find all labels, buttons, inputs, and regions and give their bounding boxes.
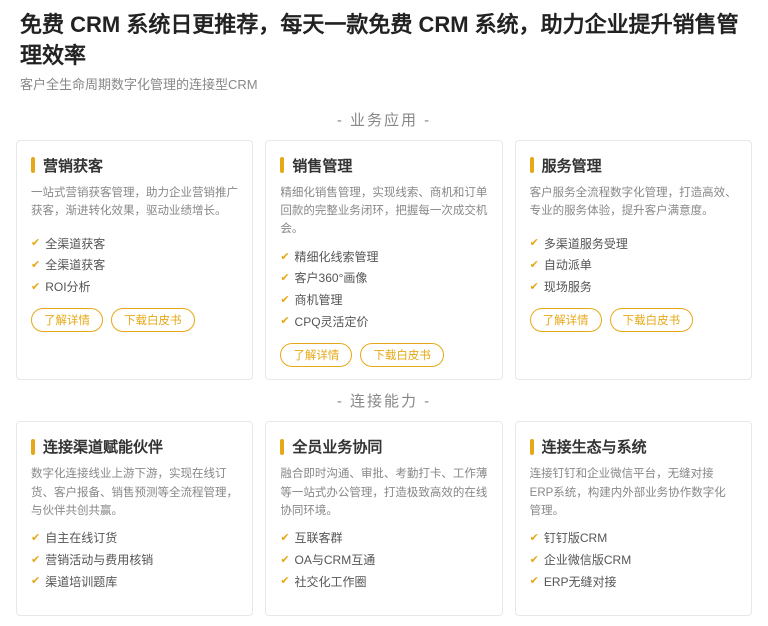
card-marketing-list: 全渠道获客 全渠道获客 ROI分析 xyxy=(31,234,238,299)
list-item: CPQ灵活定价 xyxy=(280,312,487,334)
card-sales: 销售管理 精细化销售管理，实现线索、商机和订单回款的完整业务闭环，把握每一次成交… xyxy=(265,140,502,381)
btn-whitepaper-sales[interactable]: 下载白皮书 xyxy=(360,343,444,367)
list-item: 多渠道服务受理 xyxy=(530,234,737,256)
card-service: 服务管理 客户服务全流程数字化管理，打造高效、专业的服务体验，提升客户满意度。 … xyxy=(515,140,752,381)
list-item: 互联客群 xyxy=(280,528,487,550)
list-item: 钉钉版CRM xyxy=(530,528,737,550)
card-marketing-desc: 一站式营销获客管理，助力企业营销推广获客，渐进转化效果，驱动业绩增长。 xyxy=(31,184,238,226)
list-item: 商机管理 xyxy=(280,290,487,312)
list-item: 企业微信版CRM xyxy=(530,550,737,572)
card-marketing-title: 营销获客 xyxy=(31,155,238,176)
card-channel: 连接渠道赋能伙伴 数字化连接线业上游下游，实现在线订货、客户报备、销售预测等全流… xyxy=(16,421,253,616)
list-item: 自动派单 xyxy=(530,255,737,277)
card-collaboration: 全员业务协同 融合即时沟通、审批、考勤打卡、工作薄等一站式办公管理，打造极致高效… xyxy=(265,421,502,616)
btn-detail-sales[interactable]: 了解详情 xyxy=(280,343,352,367)
card-service-actions: 了解详情 下载白皮书 xyxy=(530,308,737,332)
list-item: 全渠道获客 xyxy=(31,234,238,256)
card-sales-actions: 了解详情 下载白皮书 xyxy=(280,343,487,367)
sub-title: 客户全生命周期数字化管理的连接型CRM xyxy=(20,74,748,93)
card-collaboration-desc: 融合即时沟通、审批、考勤打卡、工作薄等一站式办公管理，打造极致高效的在线协同环境… xyxy=(280,465,487,520)
list-item: ROI分析 xyxy=(31,277,238,299)
business-cards-grid: 营销获客 一站式营销获客管理，助力企业营销推广获客，渐进转化效果，驱动业绩增长。… xyxy=(0,140,768,381)
btn-detail-service[interactable]: 了解详情 xyxy=(530,308,602,332)
card-collaboration-title: 全员业务协同 xyxy=(280,436,487,457)
card-service-title: 服务管理 xyxy=(530,155,737,176)
list-item: 客户360°画像 xyxy=(280,268,487,290)
card-sales-desc: 精细化销售管理，实现线索、商机和订单回款的完整业务闭环，把握每一次成交机会。 xyxy=(280,184,487,239)
card-ecosystem: 连接生态与系统 连接钉钉和企业微信平台，无缝对接ERP系统，构建内外部业务协作数… xyxy=(515,421,752,616)
card-sales-title: 销售管理 xyxy=(280,155,487,176)
card-service-desc: 客户服务全流程数字化管理，打造高效、专业的服务体验，提升客户满意度。 xyxy=(530,184,737,226)
list-item: ERP无缝对接 xyxy=(530,572,737,594)
btn-whitepaper-marketing[interactable]: 下载白皮书 xyxy=(111,308,195,332)
card-channel-desc: 数字化连接线业上游下游，实现在线订货、客户报备、销售预测等全流程管理，与伙伴共创… xyxy=(31,465,238,520)
list-item: 自主在线订货 xyxy=(31,528,238,550)
card-ecosystem-title: 连接生态与系统 xyxy=(530,436,737,457)
section-header-business: - 业务应用 - xyxy=(0,109,768,130)
list-item: 精细化线索管理 xyxy=(280,247,487,269)
card-marketing: 营销获客 一站式营销获客管理，助力企业营销推广获客，渐进转化效果，驱动业绩增长。… xyxy=(16,140,253,381)
list-item: 全渠道获客 xyxy=(31,255,238,277)
list-item: 营销活动与费用核销 xyxy=(31,550,238,572)
card-channel-title: 连接渠道赋能伙伴 xyxy=(31,436,238,457)
card-sales-list: 精细化线索管理 客户360°画像 商机管理 CPQ灵活定价 xyxy=(280,247,487,333)
list-item: OA与CRM互通 xyxy=(280,550,487,572)
list-item: 渠道培训题库 xyxy=(31,572,238,594)
card-ecosystem-desc: 连接钉钉和企业微信平台，无缝对接ERP系统，构建内外部业务协作数字化管理。 xyxy=(530,465,737,520)
card-ecosystem-list: 钉钉版CRM 企业微信版CRM ERP无缝对接 xyxy=(530,528,737,593)
card-service-list: 多渠道服务受理 自动派单 现场服务 xyxy=(530,234,737,299)
list-item: 社交化工作圈 xyxy=(280,572,487,594)
btn-detail-marketing[interactable]: 了解详情 xyxy=(31,308,103,332)
top-banner: 免费 CRM 系统日更推荐，每天一款免费 CRM 系统，助力企业提升销售管理效率… xyxy=(0,0,768,99)
section-header-connect: - 连接能力 - xyxy=(0,390,768,411)
card-channel-list: 自主在线订货 营销活动与费用核销 渠道培训题库 xyxy=(31,528,238,593)
connect-cards-grid: 连接渠道赋能伙伴 数字化连接线业上游下游，实现在线订货、客户报备、销售预测等全流… xyxy=(0,421,768,616)
list-item: 现场服务 xyxy=(530,277,737,299)
card-marketing-actions: 了解详情 下载白皮书 xyxy=(31,308,238,332)
btn-whitepaper-service[interactable]: 下载白皮书 xyxy=(610,308,694,332)
main-title: 免费 CRM 系统日更推荐，每天一款免费 CRM 系统，助力企业提升销售管理效率 xyxy=(20,10,748,72)
card-collaboration-list: 互联客群 OA与CRM互通 社交化工作圈 xyxy=(280,528,487,593)
